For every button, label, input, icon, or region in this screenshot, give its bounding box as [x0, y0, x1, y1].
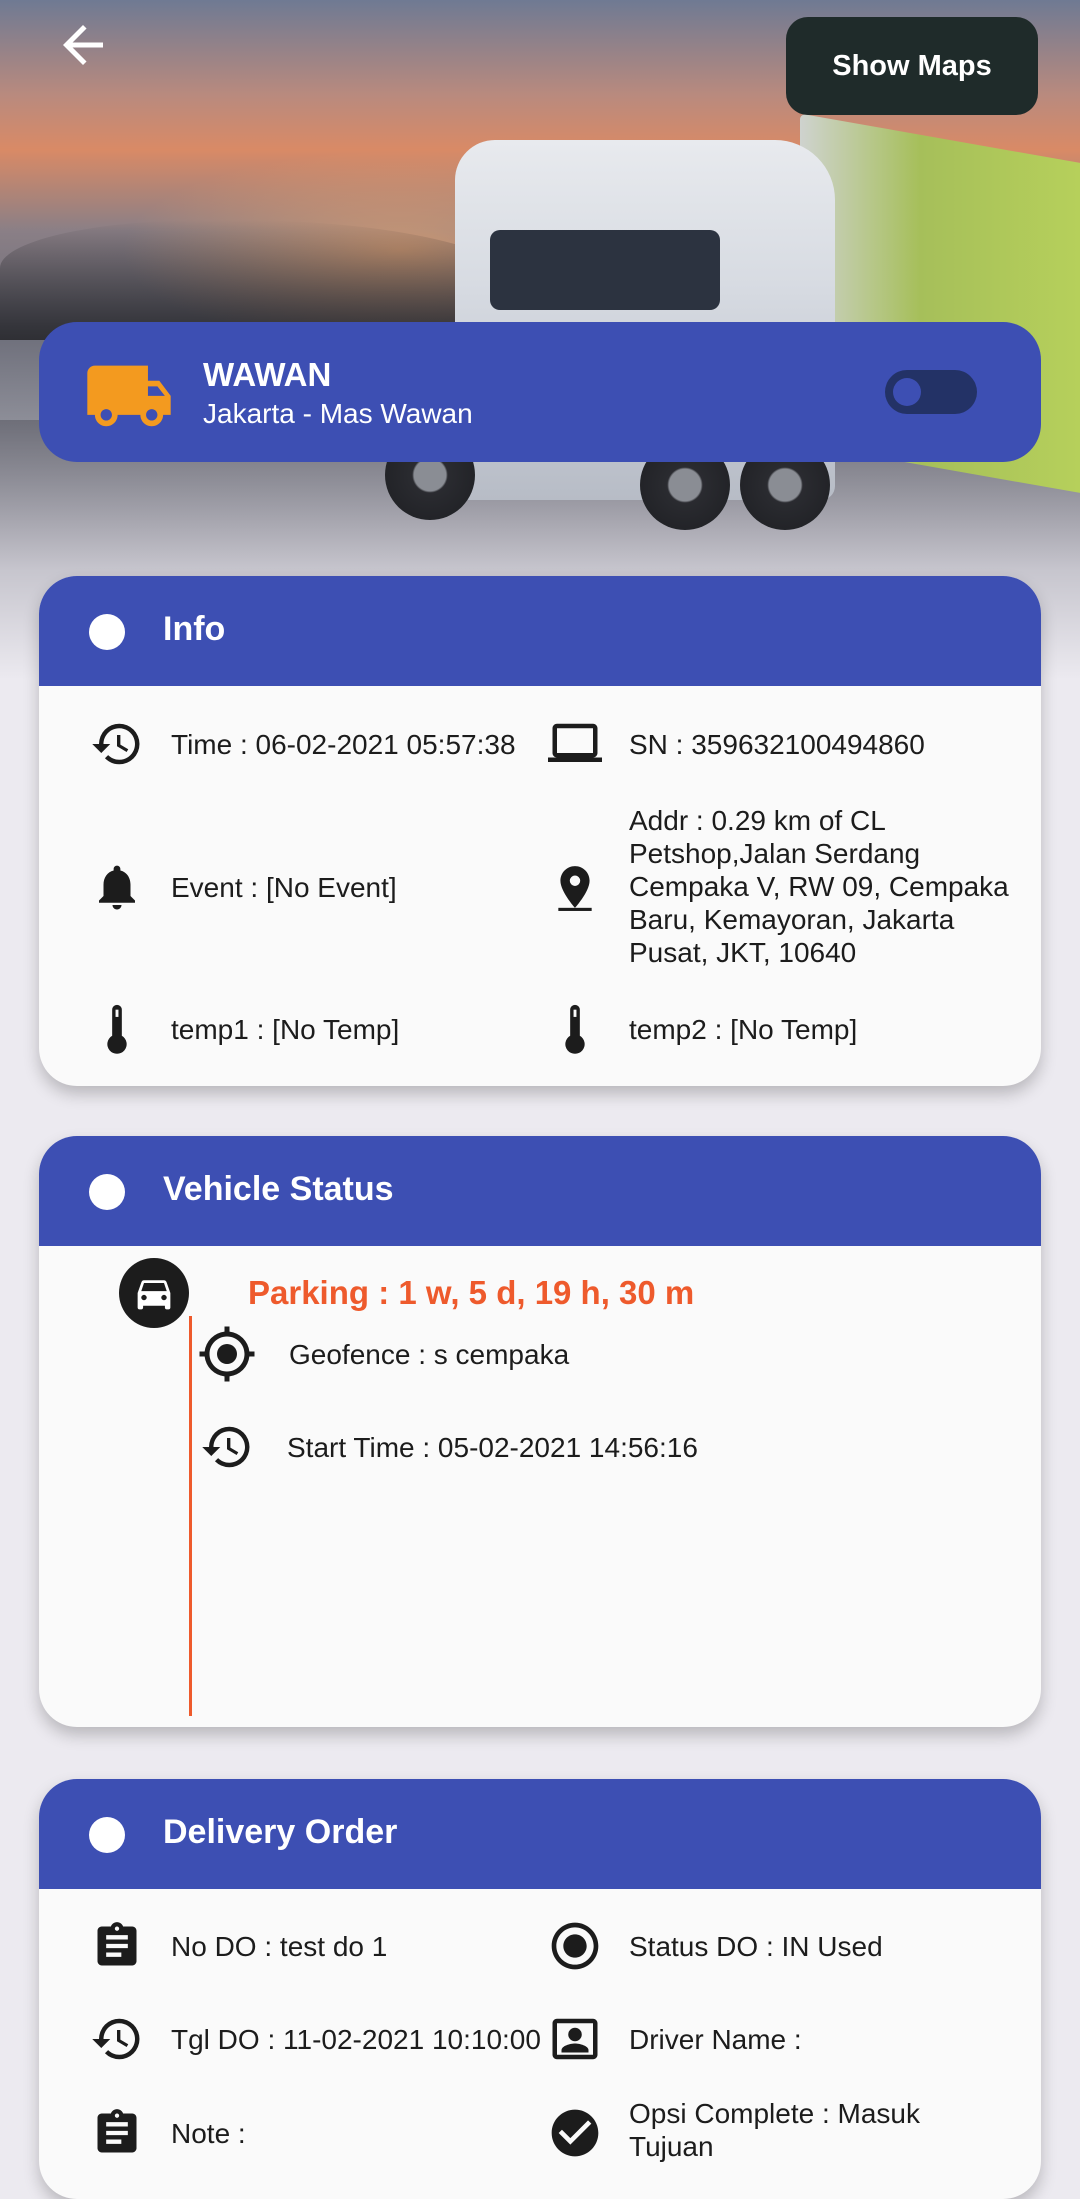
- history-icon: [92, 723, 140, 765]
- timeline-line: [189, 1316, 192, 1716]
- temp2-text: temp2 : [No Temp]: [629, 1013, 858, 1045]
- info-time: Time : 06-02-2021 05:57:38: [89, 716, 516, 772]
- car-icon: [137, 1280, 171, 1310]
- note-text: Note :: [171, 2117, 246, 2149]
- radio-target-icon: [551, 1922, 599, 1970]
- header-dot: [89, 614, 125, 650]
- location-pin-icon: [558, 865, 592, 911]
- header-dot: [89, 1817, 125, 1853]
- delivery-order-header: Delivery Order: [39, 1779, 1041, 1889]
- check-circle-icon: [551, 2109, 599, 2157]
- temp1-text: temp1 : [No Temp]: [171, 1013, 400, 1045]
- vehicle-status-title: Vehicle Status: [163, 1170, 394, 1208]
- clipboard-icon: [97, 1922, 137, 1966]
- addr-text: Addr : 0.29 km of CL Petshop,Jalan Serda…: [629, 805, 1009, 968]
- header-dot: [89, 1174, 125, 1210]
- driver-name-row: Driver Name :: [547, 2011, 802, 2067]
- start-time-row: Start Time : 05-02-2021 14:56:16: [199, 1419, 698, 1475]
- truck-icon: [87, 365, 171, 427]
- start-time-text: Start Time : 05-02-2021 14:56:16: [287, 1431, 698, 1463]
- info-sn: SN : 359632100494860: [547, 716, 925, 772]
- info-card-header: Info: [39, 576, 1041, 686]
- arrow-left-icon: [63, 25, 103, 65]
- info-card: Info Time : 06-02-2021 05:57:38 SN : 359…: [39, 576, 1041, 1086]
- thermometer-icon: [565, 1004, 585, 1054]
- parking-duration: Parking : 1 w, 5 d, 19 h, 30 m: [248, 1274, 695, 1311]
- delivery-order-title: Delivery Order: [163, 1813, 398, 1851]
- id-badge-icon: [552, 2018, 598, 2060]
- driver-route: Jakarta - Mas Wawan: [203, 398, 473, 429]
- status-do-text: Status DO : IN Used: [629, 1930, 883, 1962]
- info-addr: Addr : 0.29 km of CL Petshop,Jalan Serda…: [547, 804, 1041, 969]
- tgl-do-text: Tgl DO : 11-02-2021 10:10:00: [171, 2023, 541, 2055]
- geofence-row: Geofence : s cempaka: [197, 1324, 569, 1384]
- show-maps-button[interactable]: Show Maps: [786, 17, 1038, 115]
- driver-name: WAWAN: [203, 356, 332, 393]
- sn-text: SN : 359632100494860: [629, 728, 925, 760]
- vehicle-status-card: Vehicle Status Parking : 1 w, 5 d, 19 h,…: [39, 1136, 1041, 1727]
- driver-toggle[interactable]: [885, 370, 977, 414]
- bell-icon: [99, 865, 135, 910]
- info-title: Info: [163, 610, 226, 648]
- note-row: Note :: [89, 2105, 246, 2161]
- laptop-icon: [548, 723, 602, 762]
- gps-target-icon: [199, 1326, 255, 1382]
- event-text: Event : [No Event]: [171, 871, 397, 903]
- back-button[interactable]: [50, 12, 116, 78]
- status-do-row: Status DO : IN Used: [547, 1918, 883, 1974]
- history-icon: [92, 2018, 140, 2060]
- tgl-do-row: Tgl DO : 11-02-2021 10:10:00: [89, 2011, 541, 2067]
- opsi-complete-row: Opsi Complete : Masuk Tujuan: [547, 2097, 989, 2163]
- no-do-text: No DO : test do 1: [171, 1930, 388, 1962]
- geofence-text: Geofence : s cempaka: [289, 1338, 570, 1370]
- history-icon: [202, 1426, 250, 1468]
- time-text: Time : 06-02-2021 05:57:38: [171, 728, 516, 760]
- driver-card[interactable]: WAWAN Jakarta - Mas Wawan: [39, 322, 1041, 462]
- clipboard-icon: [97, 2109, 137, 2153]
- driver-name-text: Driver Name :: [629, 2023, 802, 2055]
- delivery-order-card: Delivery Order No DO : test do 1 Status …: [39, 1779, 1041, 2199]
- thermometer-icon: [107, 1004, 127, 1054]
- car-badge: [119, 1258, 189, 1328]
- info-event: Event : [No Event]: [89, 859, 397, 915]
- vehicle-status-header: Vehicle Status: [39, 1136, 1041, 1246]
- opsi-complete-text: Opsi Complete : Masuk Tujuan: [629, 2098, 920, 2162]
- info-temp1: temp1 : [No Temp]: [89, 1001, 399, 1057]
- no-do-row: No DO : test do 1: [89, 1918, 387, 1974]
- toggle-knob: [893, 378, 921, 406]
- info-temp2: temp2 : [No Temp]: [547, 1001, 857, 1057]
